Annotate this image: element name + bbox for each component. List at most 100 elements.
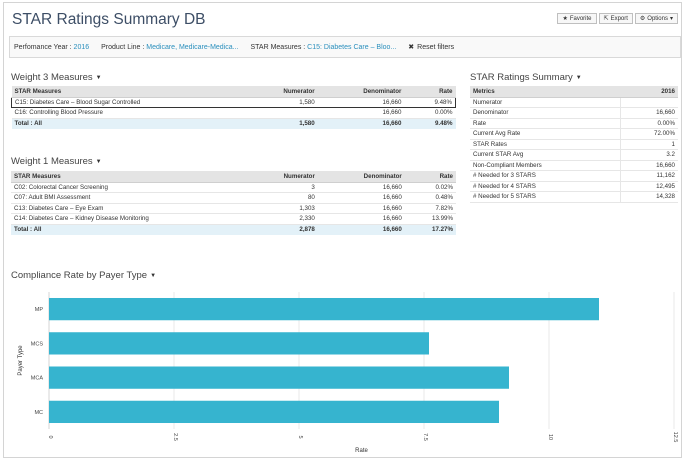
close-icon: ✖ [408,44,415,51]
summary-title[interactable]: STAR Ratings Summary ▼ [470,72,582,83]
bar-mca[interactable] [49,366,509,389]
column-header[interactable]: Rate [404,171,456,183]
total-cell: 17.27% [404,224,456,235]
column-header[interactable]: Denominator [317,171,405,183]
table-row[interactable]: Current Avg Rate 72.00% [470,128,678,140]
table-cell: 16,660 [317,203,405,214]
table-row[interactable]: Rate 0.00% [470,118,678,129]
filter-bar: Perfomance Year : 2016 Product Line : Me… [9,36,681,58]
y-axis-title: Payer Type [18,345,24,376]
table-cell: Non-Compliant Members [470,160,621,171]
column-header[interactable]: STAR Measures [11,171,237,183]
table-row[interactable]: # Needed for 4 STARS 12,495 [470,181,678,192]
x-tick-label: 12.5 [672,432,678,443]
star-icon: ★ [562,16,568,22]
weight3-title[interactable]: Weight 3 Measures ▼ [11,72,102,83]
table-cell: 0.00% [404,107,456,119]
x-tick-label: 0 [47,435,53,438]
total-cell: Total : All [11,224,237,235]
table-cell: Denominator [470,107,621,119]
table-row[interactable]: Denominator 16,660 [470,107,678,119]
table-row[interactable]: Current STAR Avg 3.2 [470,149,678,161]
export-button[interactable]: ⇱ Export [598,13,633,24]
column-header[interactable]: Denominator [317,86,405,98]
filter-value[interactable]: C15: Diabetes Care – Bloo... [307,44,396,51]
bar-mcs[interactable] [49,332,429,355]
column-header[interactable]: Metrics [470,86,620,98]
table-row[interactable]: C15: Diabetes Care – Blood Sugar Control… [11,96,457,108]
table-cell: 9.48% [404,96,457,108]
caret-down-icon: ▼ [575,74,582,81]
chart-title[interactable]: Compliance Rate by Payer Type ▼ [11,270,156,281]
bar-mc[interactable] [49,400,499,424]
column-header[interactable]: 2016 [620,86,678,98]
table-cell: STAR Rates [470,139,621,150]
table-cell: 1,303 [236,203,318,214]
favorite-button[interactable]: ★ Favorite [557,13,597,24]
table-cell: 2,330 [236,213,318,225]
favorite-label: Favorite [569,15,592,22]
column-header[interactable]: STAR Measures [11,86,237,98]
table-cell: 7.82% [404,203,456,214]
table-cell: Numerator [470,97,621,108]
table-cell: 72.00% [620,128,678,140]
table-row[interactable]: C14: Diabetes Care – Kidney Disease Moni… [11,213,456,225]
table-cell: 13.99% [404,213,456,225]
filter-product-line[interactable]: Product Line : Medicare, Medicare-Medica… [101,44,238,51]
table-cell: C16: Controlling Blood Pressure [11,107,237,119]
filter-label: Perfomance Year : [14,43,72,51]
filter-label: Product Line : [101,43,145,51]
table-row[interactable]: C13: Diabetes Care – Eye Exam 1,303 16,660… [11,203,456,214]
section-title-text: Weight 1 Measures [11,156,93,167]
table-cell: Current Avg Rate [470,128,621,140]
column-header[interactable]: Numerator [236,86,318,98]
table-cell: # Needed for 5 STARS [470,191,621,203]
y-tick-label: MCA [31,376,44,382]
table-cell: 0.00% [620,118,678,129]
column-header[interactable]: Rate [404,86,456,98]
table-cell: C13: Diabetes Care – Eye Exam [11,203,237,214]
table-cell: 16,660 [317,192,405,204]
summary-table: Metrics 2016 Numerator Denominator 16,660 Ra… [470,86,678,203]
bar-mp[interactable] [49,297,599,321]
filter-value[interactable]: Medicare, Medicare-Medica... [146,44,238,51]
table-row[interactable]: Numerator [470,97,678,108]
table-row[interactable]: # Needed for 5 STARS 14,328 [470,191,678,203]
table-header-row: STAR Measures Numerator Denominator Rate [11,86,456,98]
filter-star-measures[interactable]: STAR Measures : C15: Diabetes Care – Blo… [250,44,396,51]
page-title: STAR Ratings Summary DB [12,11,206,28]
table-cell: 3 [236,182,318,193]
table-row[interactable]: C02: Colorectal Cancer Screening 3 16,660 0… [11,182,456,193]
section-title-text: Weight 3 Measures [11,72,93,83]
y-tick-label: MCS [31,341,44,347]
filter-performance-year[interactable]: Perfomance Year : 2016 [14,44,89,51]
table-cell: 16,660 [317,96,405,108]
table-cell: 14,328 [620,191,678,203]
table-cell: 0.02% [404,182,456,193]
y-tick-label: MC [34,410,43,416]
table-cell: 1,580 [236,96,318,108]
table-row[interactable]: C07: Adult BMI Assessment 80 16,660 0.48% [11,192,456,204]
table-row[interactable]: STAR Rates 1 [470,139,678,150]
weight1-title[interactable]: Weight 1 Measures ▼ [11,156,102,167]
total-cell: 2,878 [236,224,318,235]
table-cell: Current STAR Avg [470,149,621,161]
section-title-text: Compliance Rate by Payer Type [11,270,148,281]
table-row[interactable]: Non-Compliant Members 16,660 [470,160,678,171]
table-row[interactable]: C16: Controlling Blood Pressure 16,660 0.0… [11,107,456,119]
table-row[interactable]: # Needed for 3 STARS 11,162 [470,170,678,182]
table-cell: 1 [620,139,678,150]
table-cell: 16,660 [620,160,678,171]
column-header[interactable]: Numerator [236,171,318,183]
table-cell: 80 [236,192,318,204]
toolbar: ★ Favorite ⇱ Export ⚙ Options ▾ [557,13,678,24]
total-cell: 16,660 [317,224,405,235]
table-cell: 16,660 [317,107,405,119]
caret-down-icon: ▼ [95,74,102,81]
reset-filters-button[interactable]: ✖ Reset filters [408,43,454,52]
options-button[interactable]: ⚙ Options ▾ [634,13,678,24]
total-row: Total : All 2,878 16,660 17.27% [11,224,456,235]
table-cell: # Needed for 3 STARS [470,170,621,182]
filter-value[interactable]: 2016 [74,44,90,51]
caret-down-icon: ▼ [150,272,157,279]
